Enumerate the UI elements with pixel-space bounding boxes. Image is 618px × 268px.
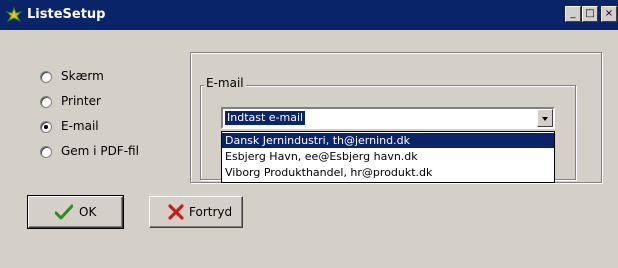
minimize-button[interactable]: _ — [565, 6, 581, 22]
x-mark-icon — [168, 204, 184, 220]
email-combobox[interactable]: Indtast e-mail — [221, 107, 555, 129]
window-title: ListeSetup — [27, 7, 106, 22]
close-button[interactable]: × — [601, 6, 617, 22]
title-bar[interactable]: ListeSetup _ □ × — [0, 0, 618, 30]
checkmark-icon — [55, 204, 73, 220]
ok-button[interactable]: OK — [27, 195, 124, 229]
chevron-down-icon[interactable] — [537, 109, 553, 127]
email-dropdown-list[interactable]: Dansk Jernindustri, th@jernind.dk Esbjer… — [221, 131, 555, 183]
radio-button[interactable] — [40, 146, 52, 158]
radio-label: Gem i PDF-fil — [61, 144, 139, 158]
list-item[interactable]: Dansk Jernindustri, th@jernind.dk — [222, 133, 554, 148]
radio-label: Printer — [61, 94, 101, 108]
radio-button[interactable] — [40, 71, 52, 83]
ok-label: OK — [79, 205, 97, 219]
email-combo-value[interactable]: Indtast e-mail — [225, 111, 306, 125]
radio-button[interactable] — [40, 96, 52, 108]
maximize-button[interactable]: □ — [582, 6, 598, 22]
radio-label: E-mail — [61, 119, 99, 133]
radio-label: Skærm — [61, 69, 104, 83]
cancel-label: Fortryd — [189, 205, 233, 219]
list-item[interactable]: Esbjerg Havn, ee@Esbjerg havn.dk — [222, 149, 554, 164]
liste-setup-window: ListeSetup _ □ × Skærm Printer E-mail Ge… — [0, 0, 618, 268]
email-group-label: E-mail — [204, 76, 246, 90]
list-item[interactable]: Viborg Produkthandel, hr@produkt.dk — [222, 165, 554, 180]
leaf-icon — [5, 6, 23, 23]
radio-button[interactable] — [40, 121, 52, 133]
cancel-button[interactable]: Fortryd — [149, 196, 243, 228]
